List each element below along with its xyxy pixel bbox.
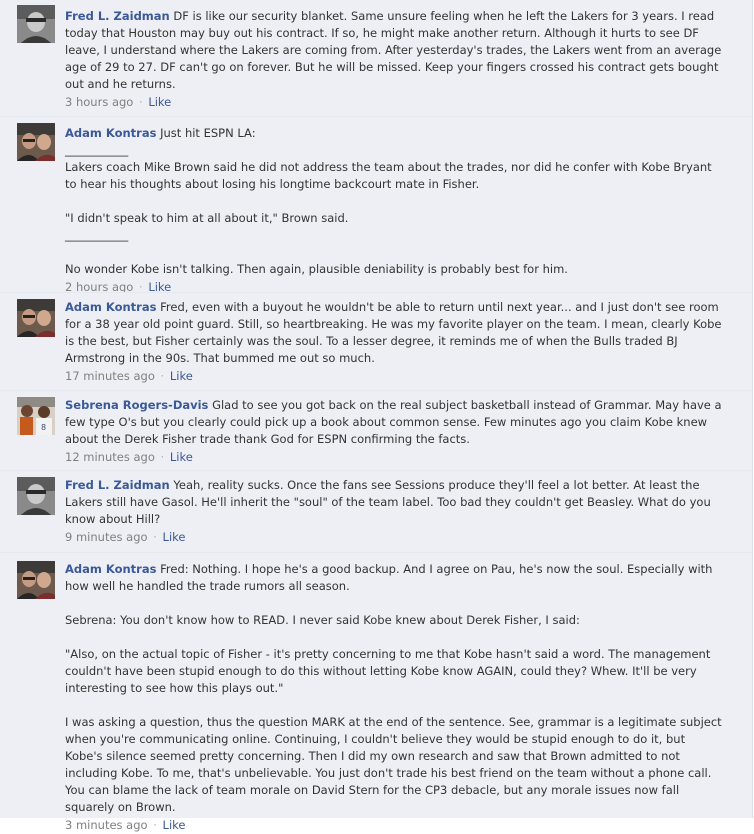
like-link[interactable]: Like xyxy=(148,95,171,109)
author-link[interactable]: Adam Kontras xyxy=(65,126,156,140)
author-link[interactable]: Adam Kontras xyxy=(65,300,156,314)
comment-body: Adam Kontras Fred, even with a buyout he… xyxy=(65,299,724,385)
comment-text: Fred: Nothing. I hope he's a good backup… xyxy=(65,562,722,814)
separator: · xyxy=(160,450,165,464)
avatar[interactable]: 8 xyxy=(17,397,55,435)
author-link[interactable]: Sebrena Rogers-Davis xyxy=(65,398,208,412)
comment-body: Fred L. Zaidman DF is like our security … xyxy=(65,8,724,111)
comment-body: Adam Kontras Just hit ESPN LA: _________… xyxy=(65,125,724,296)
comment-item: Fred L. Zaidman Yeah, reality sucks. Onc… xyxy=(0,470,752,552)
comment-body: Sebrena Rogers-Davis Glad to see you got… xyxy=(65,397,724,466)
avatar[interactable] xyxy=(17,123,55,161)
comment-text: Just hit ESPN LA: ___________ Lakers coa… xyxy=(65,126,712,276)
comment-item: Adam Kontras Fred, even with a buyout he… xyxy=(0,292,752,390)
comment-item: Fred L. Zaidman DF is like our security … xyxy=(0,0,752,116)
timestamp[interactable]: 12 minutes ago xyxy=(65,450,155,464)
comment-meta: 3 hours ago · Like xyxy=(65,94,724,111)
avatar[interactable] xyxy=(17,561,55,599)
separator: · xyxy=(153,530,157,544)
like-link[interactable]: Like xyxy=(163,530,186,544)
author-link[interactable]: Fred L. Zaidman xyxy=(65,478,170,492)
comment-meta: 12 minutes ago · Like xyxy=(65,449,724,466)
comment-body: Fred L. Zaidman Yeah, reality sucks. Onc… xyxy=(65,477,724,546)
avatar[interactable] xyxy=(17,5,55,43)
author-link[interactable]: Fred L. Zaidman xyxy=(65,9,170,23)
like-link[interactable]: Like xyxy=(170,450,193,464)
svg-text:8: 8 xyxy=(41,423,46,432)
like-link[interactable]: Like xyxy=(170,369,193,383)
timestamp[interactable]: 17 minutes ago xyxy=(65,369,155,383)
like-link[interactable]: Like xyxy=(163,818,186,832)
timestamp[interactable]: 3 hours ago xyxy=(65,95,133,109)
comment-item: Adam Kontras Fred: Nothing. I hope he's … xyxy=(0,552,752,832)
comment-body: Adam Kontras Fred: Nothing. I hope he's … xyxy=(65,561,724,834)
avatar[interactable] xyxy=(17,299,55,337)
separator: · xyxy=(153,818,157,832)
comment-item: Adam Kontras Just hit ESPN LA: _________… xyxy=(0,116,752,294)
comment-text: Fred, even with a buyout he wouldn't be … xyxy=(65,300,726,365)
separator: · xyxy=(139,95,143,109)
comment-list: Fred L. Zaidman DF is like our security … xyxy=(0,0,753,832)
comment-meta: 9 minutes ago · Like xyxy=(65,529,724,546)
separator: · xyxy=(160,369,165,383)
comment-meta: 17 minutes ago · Like xyxy=(65,368,724,385)
author-link[interactable]: Adam Kontras xyxy=(65,562,156,576)
timestamp[interactable]: 9 minutes ago xyxy=(65,530,148,544)
avatar[interactable] xyxy=(17,477,55,515)
comment-item: 8 Sebrena Rogers-Davis Glad to see you g… xyxy=(0,390,752,470)
comment-meta: 3 minutes ago · Like xyxy=(65,817,724,834)
timestamp[interactable]: 3 minutes ago xyxy=(65,818,148,832)
